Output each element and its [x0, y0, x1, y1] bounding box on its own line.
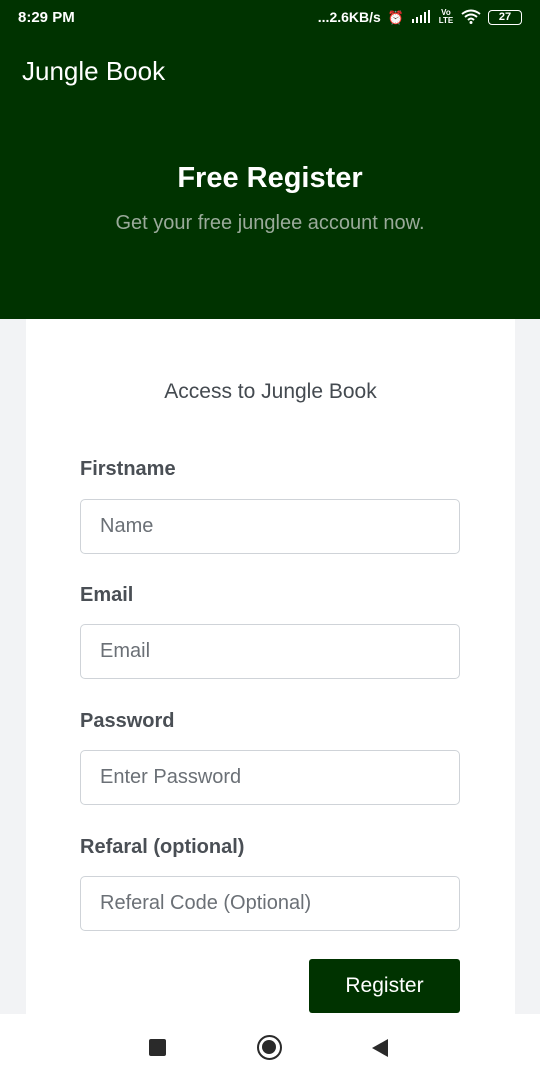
email-input[interactable]: [80, 624, 460, 679]
register-form-card: Access to Jungle Book Firstname Email Pa…: [26, 319, 515, 1019]
system-nav-bar: [0, 1014, 540, 1080]
register-button[interactable]: Register: [309, 959, 460, 1013]
password-label: Password: [80, 710, 175, 732]
email-label: Email: [80, 584, 134, 606]
firstname-input[interactable]: [80, 499, 460, 554]
signal-icon: [411, 9, 431, 25]
app-title: Jungle Book: [22, 56, 166, 86]
header-banner: Jungle Book Free Register Get your free …: [0, 34, 540, 319]
password-input[interactable]: [80, 750, 460, 805]
home-circle-icon[interactable]: [257, 1035, 282, 1060]
back-triangle-icon[interactable]: [372, 1039, 388, 1057]
status-time: 8:29 PM: [18, 8, 75, 26]
alarm-icon: ⏰: [387, 9, 404, 25]
status-bar: 8:29 PM ...2.6KB/s ⏰ Vo LTE 27: [0, 0, 540, 34]
volte-label: Vo LTE: [438, 8, 454, 25]
firstname-label: Firstname: [80, 458, 176, 480]
wifi-icon: [461, 9, 481, 26]
status-icons: ...2.6KB/s ⏰ Vo LTE 27: [318, 9, 522, 26]
referral-label: Refaral (optional): [80, 836, 245, 858]
referral-code-input[interactable]: [80, 876, 460, 931]
page-title: Free Register: [177, 162, 363, 194]
battery-icon: 27: [488, 9, 522, 25]
recents-square-icon[interactable]: [149, 1039, 166, 1056]
form-heading: Access to Jungle Book: [164, 380, 377, 403]
page-subtitle: Get your free junglee account now.: [115, 212, 425, 234]
network-speed: ...2.6KB/s: [317, 9, 381, 25]
